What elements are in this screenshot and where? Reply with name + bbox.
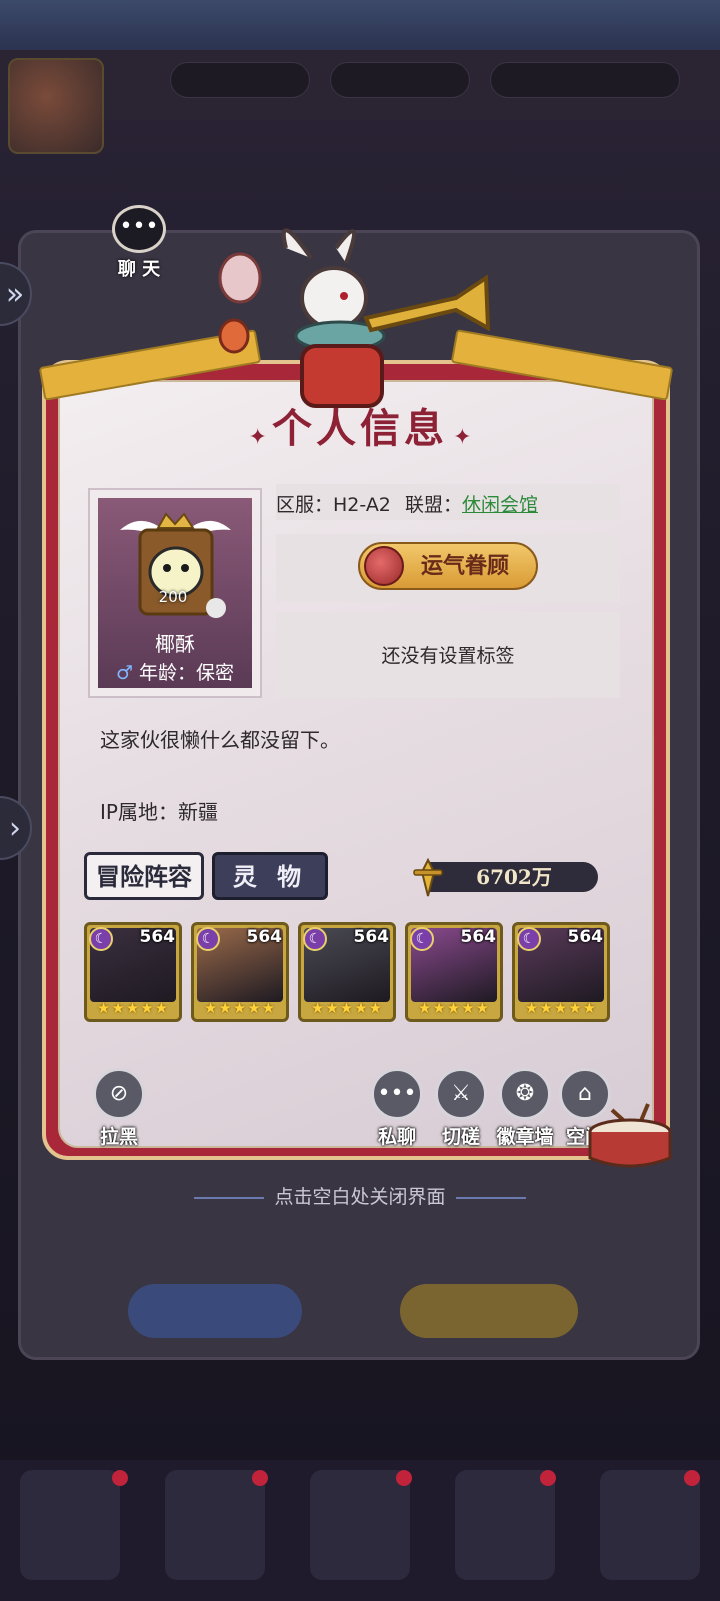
private-chat-label: 私聊 [377,1126,416,1148]
block-button[interactable]: ⊘ 拉黑 [86,1068,152,1149]
age-text: 年龄：保密 [139,662,235,684]
player-age-line: ♂ 年龄：保密 [98,658,252,685]
modal-title: ✦ 个人信息 ✦ [200,396,520,454]
hero-lineup: ☾ 564 ★★★★★ ☾ 564 ★★★★★ ☾ 564 ★★★★★ ☾ 564 ★★★★★ ☾ 564… [84,922,614,1024]
tab-spirit[interactable]: 灵 物 [212,852,328,900]
background-resource-bar [330,62,470,98]
player-bio: 这家伙很懒什么都没留下。 [100,728,340,752]
hero-level: 564 [567,927,604,947]
white-rabbit-trumpeter-illustration [218,228,491,408]
snail-shell-icon [364,546,404,586]
background-nav-item [165,1470,265,1580]
background-blue-button [128,1284,302,1338]
badge-wall-label: 徽章墙 [496,1126,554,1148]
background-nav-item [310,1470,410,1580]
notification-dot [252,1470,268,1486]
notification-dot [396,1470,412,1486]
hero-faction-moon-icon: ☾ [89,927,113,951]
hero-faction-moon-icon: ☾ [196,927,220,951]
hero-star-rating: ★★★★★ [310,999,384,1017]
modal-title-text: 个人信息 [272,405,448,452]
background-player-avatar [8,58,104,154]
combat-power-value: 6702万 [430,862,598,892]
badge-wall-button[interactable]: ❂ 徽章墙 [490,1068,560,1149]
background-resource-bar [490,62,680,98]
title-sparkle-icon: ✦ [453,425,472,450]
hero-card[interactable]: ☾ 564 ★★★★★ [84,922,182,1022]
chat-bubble-icon: ••• [112,205,166,253]
hero-star-rating: ★★★★★ [524,999,598,1017]
private-chat-button[interactable]: ••• 私聊 [364,1068,430,1149]
server-label: 区服：H2-A2 [276,494,391,516]
hero-card[interactable]: ☾ 564 ★★★★★ [298,922,396,1022]
background-gold-button [400,1284,578,1338]
divider [455,1196,526,1199]
block-icon: ⊘ [93,1068,145,1120]
notification-dot [684,1470,700,1486]
background-resource-bar [170,62,310,98]
combat-power: 6702万 [408,858,598,898]
hero-faction-moon-icon: ☾ [517,927,541,951]
chat-button[interactable]: ••• 聊 天 [108,205,170,280]
hero-star-rating: ★★★★★ [417,999,491,1017]
title-sparkle-icon: ✦ [248,425,267,450]
hero-level: 564 [460,927,497,947]
hero-star-rating: ★★★★★ [96,999,170,1017]
chat-button-label: 聊 天 [117,259,161,280]
alliance-link[interactable]: 休闲会馆 [462,494,538,516]
close-hint-text: 点击空白处关闭界面 [274,1186,446,1208]
alliance-label: 联盟： [404,494,462,516]
background-nav-item [455,1470,555,1580]
tab-adventure-lineup[interactable]: 冒险阵容 [84,852,204,900]
avatar-level: 200 [158,588,188,606]
notification-dot [112,1470,128,1486]
hero-level: 564 [353,927,390,947]
profile-avatar-image: 200 椰酥 ♂ 年龄：保密 [98,498,252,688]
medal-icon: ❂ [499,1068,551,1120]
server-alliance-line: 区服：H2-A2 联盟：休闲会馆 [276,490,620,520]
hero-card[interactable]: ☾ 564 ★★★★★ [405,922,503,1022]
hero-faction-moon-icon: ☾ [410,927,434,951]
chat-dots-icon: ••• [371,1068,423,1120]
ip-location: IP属地：新疆 [100,800,218,824]
tag-placeholder: 还没有设置标签 [381,645,515,667]
background-nav-item [20,1470,120,1580]
notification-dot [540,1470,556,1486]
player-name: 椰酥 [155,632,195,656]
divider [194,1196,265,1199]
hero-level: 564 [246,927,283,947]
spar-button[interactable]: ⚔ 切磋 [428,1068,494,1149]
sword-power-icon [413,858,443,897]
hero-level: 564 [139,927,176,947]
crossed-swords-icon: ⚔ [435,1068,487,1120]
hero-card[interactable]: ☾ 564 ★★★★★ [512,922,610,1022]
male-gender-icon: ♂ [115,662,134,684]
top-status-strip [0,0,720,50]
hero-star-rating: ★★★★★ [203,999,277,1017]
profile-avatar-card[interactable]: 200 椰酥 ♂ 年龄：保密 [88,488,262,698]
close-hint[interactable]: 点击空白处关闭界面 [0,1182,720,1209]
background-nav-item [600,1470,700,1580]
drum-decoration [588,1103,672,1168]
spar-label: 切磋 [441,1126,480,1148]
hero-card[interactable]: ☾ 564 ★★★★★ [191,922,289,1022]
luck-title-text: 运气眷顾 [420,553,509,579]
block-label: 拉黑 [99,1126,138,1148]
hero-faction-moon-icon: ☾ [303,927,327,951]
